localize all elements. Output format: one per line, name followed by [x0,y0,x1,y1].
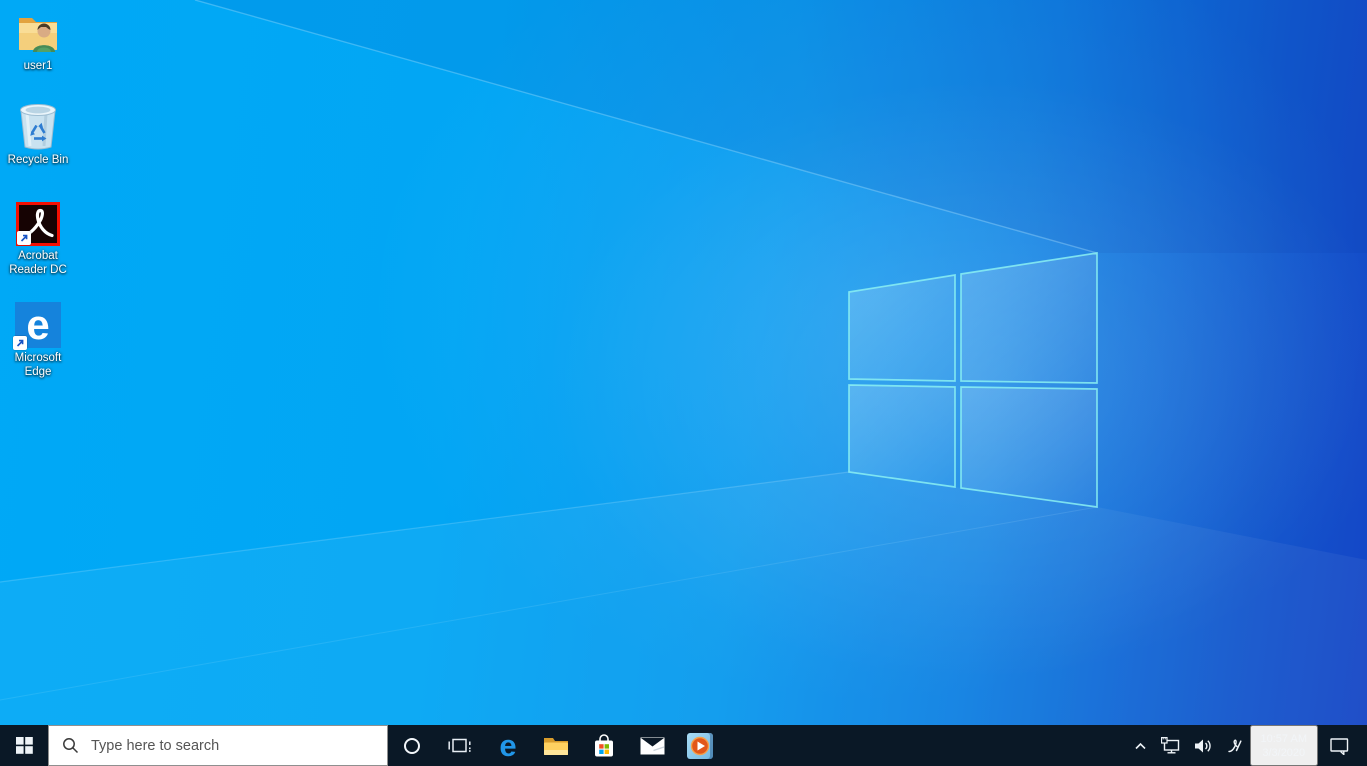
file-explorer-icon [544,738,568,755]
tray-clock[interactable]: 10:57 AM 3/3/2020 [1249,725,1318,766]
taskbar-empty-area[interactable] [724,725,1127,766]
floor-edge-2 [0,506,1098,701]
windows-start-icon [15,737,33,754]
tray-windows-ink-button[interactable] [1219,725,1250,766]
clock-date: 3/3/2020 [1262,746,1306,759]
start-button[interactable] [0,725,48,766]
tray-show-hidden-icons-button[interactable] [1127,725,1154,766]
shortcut-arrow-icon [13,336,27,350]
windows-logo-panes [848,252,1098,508]
edge-logo-icon: e [26,301,50,348]
task-view-icon [448,738,471,753]
windows-ink-pen-icon [1227,739,1242,753]
search-icon [63,738,79,754]
mail-icon [640,737,664,754]
desktop-icon-microsoft-edge[interactable]: e Microsoft Edge [1,298,75,379]
taskbar: e [0,725,1367,766]
logo-glow [545,80,1367,680]
edge-icon: e [499,727,517,763]
desktop-icon-label: Microsoft Edge [14,352,62,378]
taskbar-media-player-button[interactable] [676,725,724,766]
desktop-icon-acrobat-reader[interactable]: Acrobat Reader DC [1,196,75,277]
cortana-icon [404,737,420,754]
light-beam [194,0,1098,254]
taskbar-store-button[interactable] [580,725,628,766]
desktop-icon-recycle-bin[interactable]: Recycle Bin [1,100,75,168]
tray-network-button[interactable] [1154,725,1187,766]
clock-time: 10:57 AM [1260,732,1307,745]
action-center-button[interactable] [1318,725,1361,766]
microsoft-store-icon [595,733,613,756]
taskbar-search[interactable] [48,725,388,766]
desktop[interactable]: user1 Recycle Bin Acrobat Reader DC e Mi… [0,0,1367,725]
floor-edge [0,471,850,583]
taskbar-task-view-button[interactable] [436,725,484,766]
recycle-bin-icon [20,104,56,150]
taskbar-mail-button[interactable] [628,725,676,766]
desktop-icon-label: Acrobat Reader DC [9,250,67,276]
taskbar-file-explorer-button[interactable] [532,725,580,766]
wallpaper-dark-wedge [195,0,1367,253]
desktop-icon-label: Recycle Bin [7,154,69,166]
taskbar-cortana-button[interactable] [388,725,436,766]
taskbar-edge-button[interactable]: e [484,725,532,766]
shortcut-arrow-icon [17,231,31,245]
volume-icon [1194,739,1211,752]
network-ethernet-icon [1160,737,1179,754]
desktop-icon-label: user1 [23,60,53,72]
action-center-icon [1330,737,1349,755]
floor-highlight [0,472,1367,725]
search-input[interactable] [89,736,387,755]
tray-volume-button[interactable] [1187,725,1219,766]
user-folder-icon [19,18,57,52]
system-tray: 10:57 AM 3/3/2020 [1127,725,1367,766]
windows-logo-wallpaper [0,0,1367,725]
chevron-up-icon [1134,742,1146,749]
windows-media-player-icon [687,732,713,759]
desktop-icon-user1[interactable]: user1 [1,6,75,74]
